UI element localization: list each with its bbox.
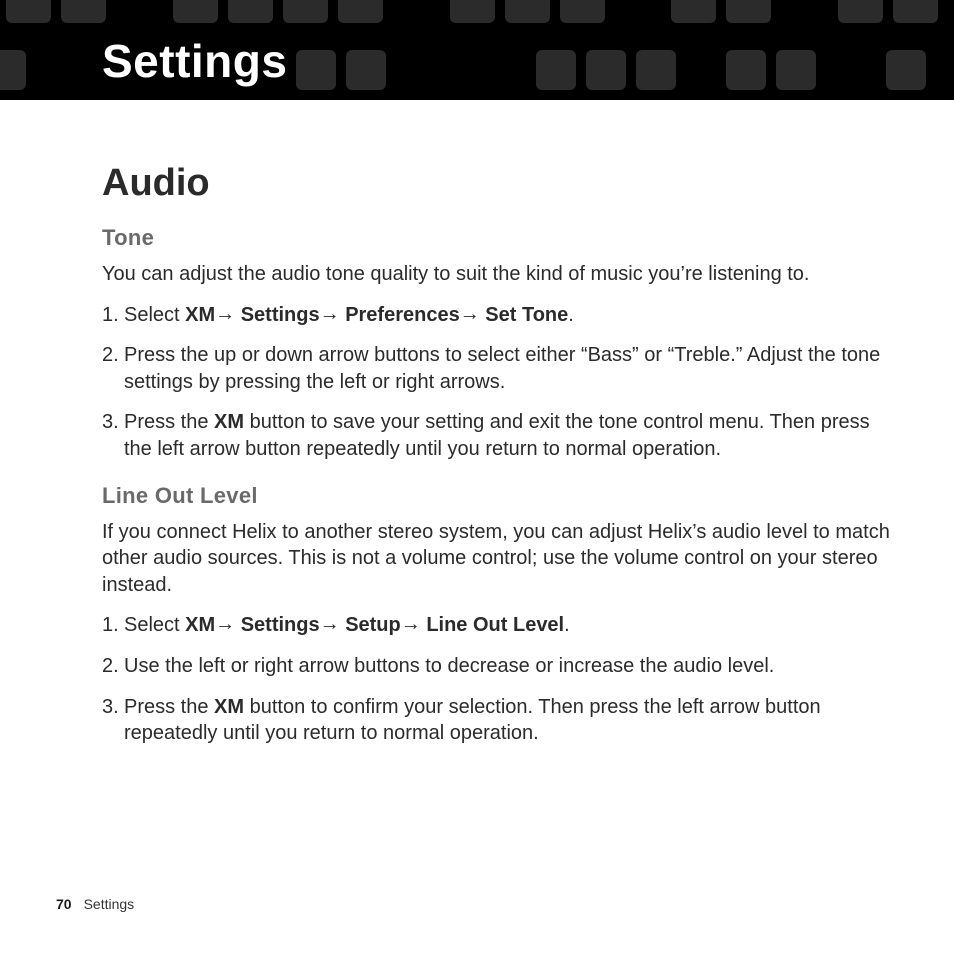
lineout-step-1: 1. Select XM → Settings → Setup → Line O… [102,612,898,639]
tone-step-3: 3. Press the XM button to save your sett… [102,409,898,462]
lineout-step-2: 2. Use the left or right arrow buttons t… [102,653,898,680]
header-band: Settings [0,0,954,100]
tone-step-2: 2. Press the up or down arrow buttons to… [102,342,898,395]
page-footer: 70 Settings [56,896,134,912]
section-title-audio: Audio [102,162,898,205]
step-text: Press the XM button to confirm your sele… [124,694,898,747]
page-content: Audio Tone You can adjust the audio tone… [0,100,954,747]
step-text: Select XM → Settings → Setup → Line Out … [124,612,898,639]
tone-step-1: 1. Select XM → Settings → Preferences → … [102,302,898,329]
subsection-title-tone: Tone [102,225,898,251]
step-number: 2. [102,653,124,680]
decor-row-top [0,0,954,23]
subsection-title-lineout: Line Out Level [102,483,898,509]
page-header-title: Settings [102,34,287,88]
step-text: Press the up or down arrow buttons to se… [124,342,898,395]
step-number: 2. [102,342,124,395]
step-text: Use the left or right arrow buttons to d… [124,653,898,680]
lineout-intro: If you connect Helix to another stereo s… [102,519,898,599]
manual-page: Settings Audio Tone You can adjust the a… [0,0,954,954]
step-number: 1. [102,612,124,639]
tone-intro: You can adjust the audio tone quality to… [102,261,898,288]
step-number: 1. [102,302,124,329]
page-number: 70 [56,896,72,912]
step-text: Select XM → Settings → Preferences → Set… [124,302,898,329]
step-number: 3. [102,409,124,462]
lineout-step-3: 3. Press the XM button to confirm your s… [102,694,898,747]
step-number: 3. [102,694,124,747]
step-text: Press the XM button to save your setting… [124,409,898,462]
footer-label: Settings [84,896,135,912]
